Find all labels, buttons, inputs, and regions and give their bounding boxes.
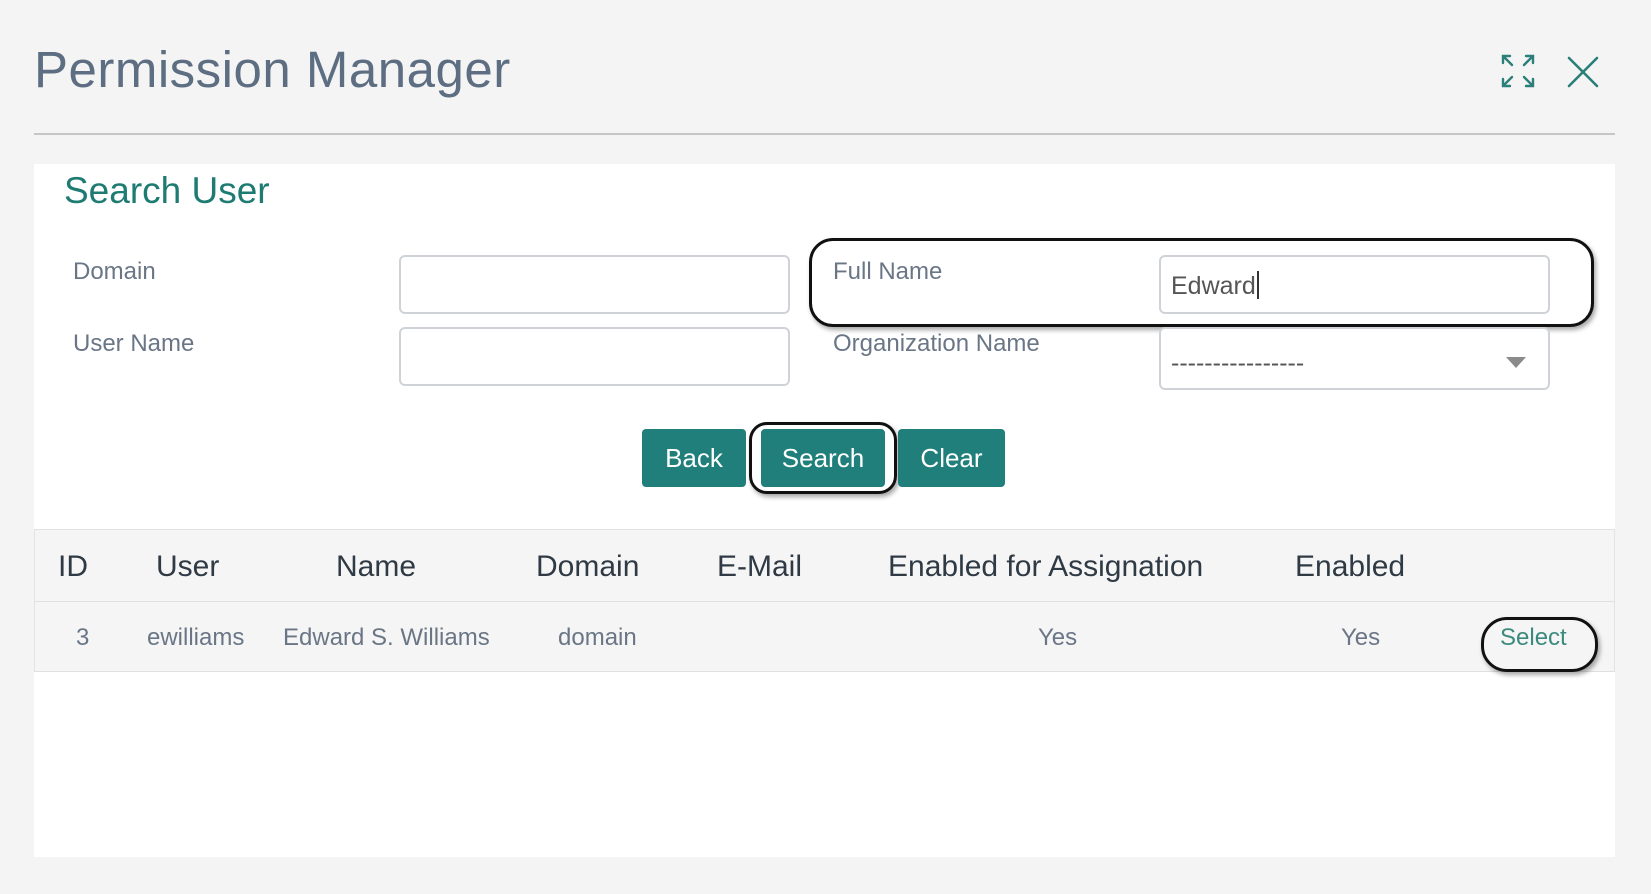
text-caret [1256, 271, 1259, 299]
select-link[interactable]: Select [1500, 624, 1567, 652]
column-header-enabled[interactable]: Enabled [1295, 550, 1405, 584]
full-name-label: Full Name [833, 258, 943, 285]
table-row[interactable]: 3 ewilliams Edward S. Williams domain Ye… [34, 602, 1615, 672]
table-header-row: ID User Name Domain E-Mail Enabled for A… [34, 530, 1615, 602]
full-name-input[interactable]: Edward [1159, 255, 1550, 314]
expand-icon[interactable] [1500, 53, 1536, 89]
column-header-user[interactable]: User [156, 550, 219, 584]
organization-name-selected: ---------------- [1171, 349, 1305, 377]
organization-name-label: Organization Name [833, 330, 1040, 357]
column-header-email[interactable]: E-Mail [717, 550, 802, 584]
header-divider [34, 133, 1615, 135]
user-name-label: User Name [73, 330, 195, 357]
column-header-domain[interactable]: Domain [536, 550, 639, 584]
back-button[interactable]: Back [642, 429, 746, 487]
cell-user: ewilliams [147, 624, 245, 651]
clear-button[interactable]: Clear [898, 429, 1005, 487]
cell-enabled-for-assignation: Yes [1038, 624, 1078, 651]
close-icon[interactable] [1566, 55, 1600, 89]
column-header-enabled-for-assignation[interactable]: Enabled for Assignation [888, 550, 1203, 584]
domain-label: Domain [73, 258, 156, 285]
cell-enabled: Yes [1341, 624, 1381, 651]
search-user-panel: Search User Domain Full Name Edward User… [34, 164, 1615, 857]
column-header-name[interactable]: Name [336, 550, 416, 584]
organization-name-select[interactable]: ---------------- [1159, 327, 1550, 390]
full-name-value: Edward [1171, 272, 1256, 300]
column-header-id[interactable]: ID [58, 550, 88, 584]
cell-name: Edward S. Williams [283, 624, 490, 651]
section-title: Search User [64, 170, 270, 211]
domain-input[interactable] [399, 255, 790, 314]
cell-domain: domain [558, 624, 637, 651]
search-button[interactable]: Search [761, 429, 885, 487]
user-name-input[interactable] [399, 327, 790, 386]
chevron-down-icon [1506, 357, 1526, 368]
cell-id: 3 [76, 624, 90, 651]
window-title: Permission Manager [34, 41, 511, 98]
results-table: ID User Name Domain E-Mail Enabled for A… [34, 529, 1615, 672]
